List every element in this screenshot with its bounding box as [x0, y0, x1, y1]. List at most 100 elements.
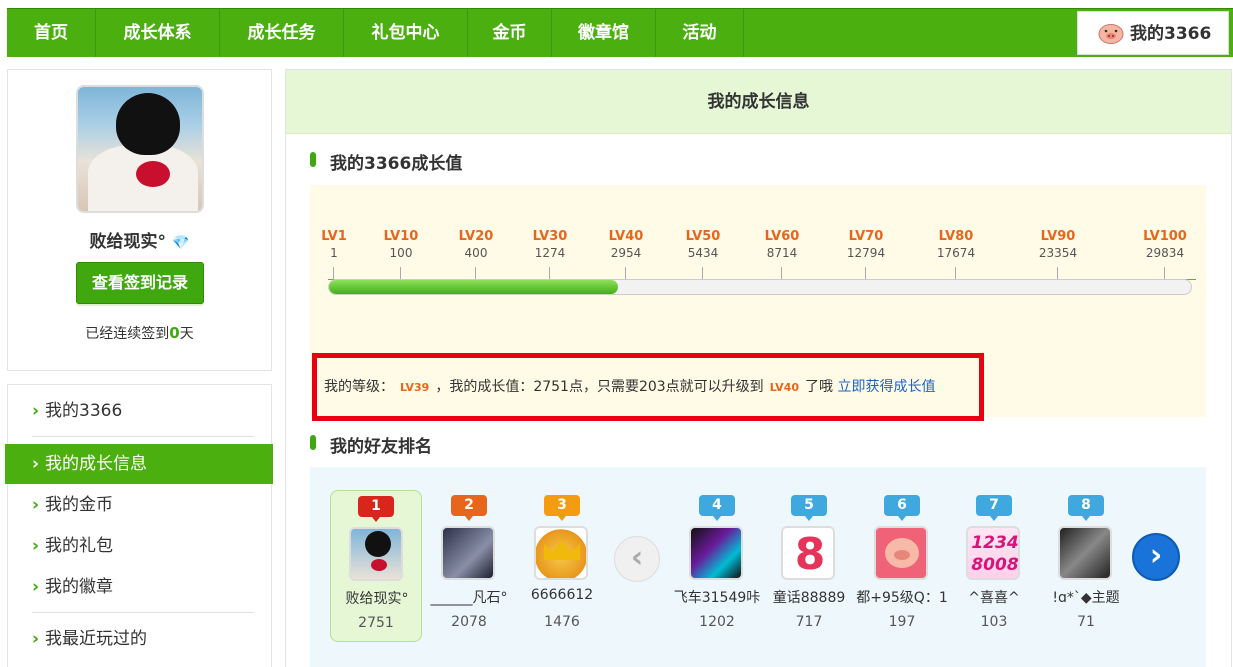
growth-progress-fill — [329, 280, 618, 294]
level-tick — [955, 267, 956, 279]
profile-card: 败给现实° 💎 查看签到记录 已经连续签到0天 — [7, 69, 272, 371]
level-marker: LV1 1 — [304, 229, 364, 279]
level-tick — [625, 267, 626, 279]
growth-section-title: 我的3366成长值 — [310, 149, 462, 174]
friend-avatar[interactable] — [1058, 526, 1112, 580]
level-threshold: 1 — [330, 246, 338, 260]
nav-growth-system[interactable]: 成长体系 — [96, 9, 220, 57]
nav-gift-center[interactable]: 礼包中心 — [344, 9, 468, 57]
friend-score: 2751 — [358, 615, 394, 631]
friend-avatar[interactable]: 8 — [781, 526, 835, 580]
level-threshold: 100 — [389, 246, 413, 260]
rank-badge: 6 — [884, 495, 920, 521]
friend-score: 2078 — [451, 614, 487, 630]
nav-coins[interactable]: 金币 — [468, 9, 552, 57]
menu-my-3366[interactable]: › 我的3366 — [32, 391, 254, 431]
friend-avatar[interactable] — [441, 526, 495, 580]
top-nav: 首页 成长体系 成长任务 礼包中心 金币 徽章馆 活动 我的3366 — [7, 8, 1233, 57]
friend-score: 103 — [980, 614, 1008, 630]
friend-card[interactable]: 6 都+95级Q：1 197 — [856, 490, 948, 642]
level-marker: LV20 400 — [446, 229, 506, 279]
growth-progress-bar — [328, 279, 1192, 295]
menu-recently-played[interactable]: › 我最近玩过的 — [32, 619, 254, 659]
friend-avatar[interactable] — [689, 526, 743, 580]
friends-section-title: 我的好友排名 — [310, 432, 432, 457]
friend-name: 都+95级Q：1 — [856, 590, 948, 606]
friend-name: ______凡石° — [430, 590, 508, 606]
nav-badge-hall[interactable]: 徽章馆 — [552, 9, 656, 57]
friend-name: 飞车31549咔 — [673, 590, 761, 606]
level-name: LV70 — [848, 229, 884, 244]
friend-name: 童话88889 — [772, 590, 846, 606]
menu-my-gifts[interactable]: › 我的礼包 — [32, 526, 254, 566]
friend-card[interactable]: 3 6666612 1476 — [516, 490, 608, 642]
rank-badge: 3 — [544, 495, 580, 521]
friend-card[interactable]: 5 8 童话88889 717 — [763, 490, 855, 642]
rank-badge: 1 — [358, 496, 394, 522]
chevron-right-icon: › — [32, 536, 40, 556]
level-marker: LV100 29834 — [1135, 229, 1195, 279]
friend-score: 1202 — [699, 614, 735, 630]
friend-name: !ɑ*`◆主题 — [1052, 590, 1120, 606]
nav-activities[interactable]: 活动 — [656, 9, 744, 57]
view-checkin-button[interactable]: 查看签到记录 — [76, 262, 204, 304]
menu-label: 我的徽章 — [45, 577, 114, 597]
friend-card[interactable]: 1 败给现实° 2751 — [330, 490, 422, 642]
menu-my-badges[interactable]: › 我的徽章 — [32, 567, 254, 607]
next-arrow-button[interactable]: › — [1132, 533, 1180, 581]
diamond-icon: 💎 — [172, 235, 190, 251]
streak-suffix: 天 — [179, 326, 194, 342]
level-marker: LV30 1274 — [520, 229, 580, 279]
level-threshold: 23354 — [1038, 246, 1078, 260]
menu-label: 我的金币 — [45, 495, 114, 515]
friend-avatar[interactable] — [534, 526, 588, 580]
friend-ranking-panel: 1 败给现实° 2751 2 ______凡石° 2078 3 6666612 1476 4 飞车3… — [310, 467, 1206, 667]
level-marker: LV70 12794 — [836, 229, 896, 279]
get-growth-link[interactable]: 立即获得成长值 — [837, 379, 935, 395]
level-suffix: 了哦 — [805, 379, 834, 395]
menu-divider — [32, 612, 254, 613]
friend-card[interactable]: 8 !ɑ*`◆主题 71 — [1040, 490, 1132, 642]
menu-my-growth-info[interactable]: › 我的成长信息 — [5, 444, 273, 484]
friend-card[interactable]: 2 ______凡石° 2078 — [423, 490, 515, 642]
menu-label: 我的3366 — [45, 401, 123, 421]
level-tick — [1057, 267, 1058, 279]
nav-home[interactable]: 首页 — [7, 9, 96, 57]
level-threshold: 1274 — [534, 246, 566, 260]
level-tick — [333, 267, 334, 279]
streak-days: 0 — [169, 324, 180, 342]
friend-card[interactable]: 7 1234 8008 ^喜喜^ 103 — [948, 490, 1040, 642]
pig-icon — [1098, 24, 1124, 44]
level-tick — [549, 267, 550, 279]
checkin-streak: 已经连续签到0天 — [8, 323, 271, 343]
nav-growth-tasks[interactable]: 成长任务 — [220, 9, 344, 57]
level-marker: LV10 100 — [371, 229, 431, 279]
friend-score: 717 — [795, 614, 823, 630]
menu-label: 我最近玩过的 — [45, 629, 148, 649]
current-level-badge: LV39 — [400, 381, 430, 394]
nav-my-3366[interactable]: 我的3366 — [1077, 11, 1229, 55]
page-title: 我的成长信息 — [286, 70, 1231, 134]
level-threshold: 12794 — [846, 246, 886, 260]
level-name: LV90 — [1040, 229, 1076, 244]
username-text: 败给现实° — [89, 232, 167, 252]
friend-avatar[interactable] — [874, 526, 928, 580]
growth-summary: ，我的成长值：2751点，只需要203点就可以升级到 — [435, 379, 764, 395]
level-threshold: 400 — [464, 246, 488, 260]
menu-my-coins[interactable]: › 我的金币 — [32, 485, 254, 525]
friend-score: 197 — [888, 614, 916, 630]
level-marker: LV40 2954 — [596, 229, 656, 279]
friend-avatar[interactable]: 1234 8008 — [966, 526, 1020, 580]
next-level-badge: LV40 — [769, 381, 800, 394]
level-marker: LV50 5434 — [673, 229, 733, 279]
chevron-right-icon: › — [32, 495, 40, 515]
menu-label: 我的礼包 — [45, 536, 114, 556]
level-tick — [702, 267, 703, 279]
avatar[interactable] — [76, 85, 204, 213]
level-marker: LV60 8714 — [752, 229, 812, 279]
level-marker: LV80 17674 — [926, 229, 986, 279]
prev-arrow-button[interactable]: ‹ — [614, 536, 660, 582]
friend-card[interactable]: 4 飞车31549咔 1202 — [671, 490, 763, 642]
chevron-right-icon: › — [32, 454, 40, 474]
friend-avatar[interactable] — [349, 527, 403, 581]
